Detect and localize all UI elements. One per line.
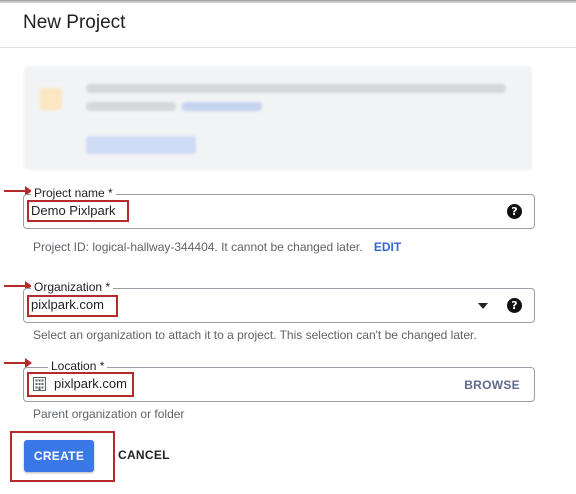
top-edge — [0, 0, 576, 3]
organization-hint: Select an organization to attach it to a… — [33, 328, 477, 342]
warning-icon — [40, 88, 62, 110]
annotation-highlight — [27, 295, 118, 317]
chevron-down-icon[interactable] — [478, 303, 488, 309]
project-name-label: Project name * — [31, 186, 116, 200]
blurred-notice — [24, 66, 532, 170]
project-id-hint: Project ID: logical-hallway-344404. It c… — [33, 240, 401, 254]
browse-button[interactable]: BROWSE — [464, 378, 520, 392]
blurred-button — [86, 136, 196, 154]
annotation-highlight — [27, 200, 129, 222]
blurred-line — [86, 102, 176, 111]
location-hint: Parent organization or folder — [33, 407, 185, 421]
blurred-line — [86, 84, 506, 93]
annotation-arrow — [4, 186, 32, 196]
organization-label: Organization * — [31, 280, 114, 294]
edit-project-id-link[interactable]: EDIT — [374, 240, 401, 254]
help-icon[interactable]: ? — [507, 298, 522, 313]
header-divider — [0, 47, 576, 48]
create-button[interactable]: CREATE — [24, 440, 94, 472]
page-title: New Project — [23, 12, 126, 33]
help-icon[interactable]: ? — [507, 204, 522, 219]
blurred-link — [182, 102, 262, 111]
project-id-text: Project ID: logical-hallway-344404. It c… — [33, 240, 363, 254]
cancel-button[interactable]: CANCEL — [118, 448, 170, 462]
annotation-highlight — [27, 372, 134, 397]
location-label: Location * — [48, 359, 108, 373]
annotation-arrow — [4, 281, 32, 291]
annotation-arrow — [4, 358, 32, 368]
